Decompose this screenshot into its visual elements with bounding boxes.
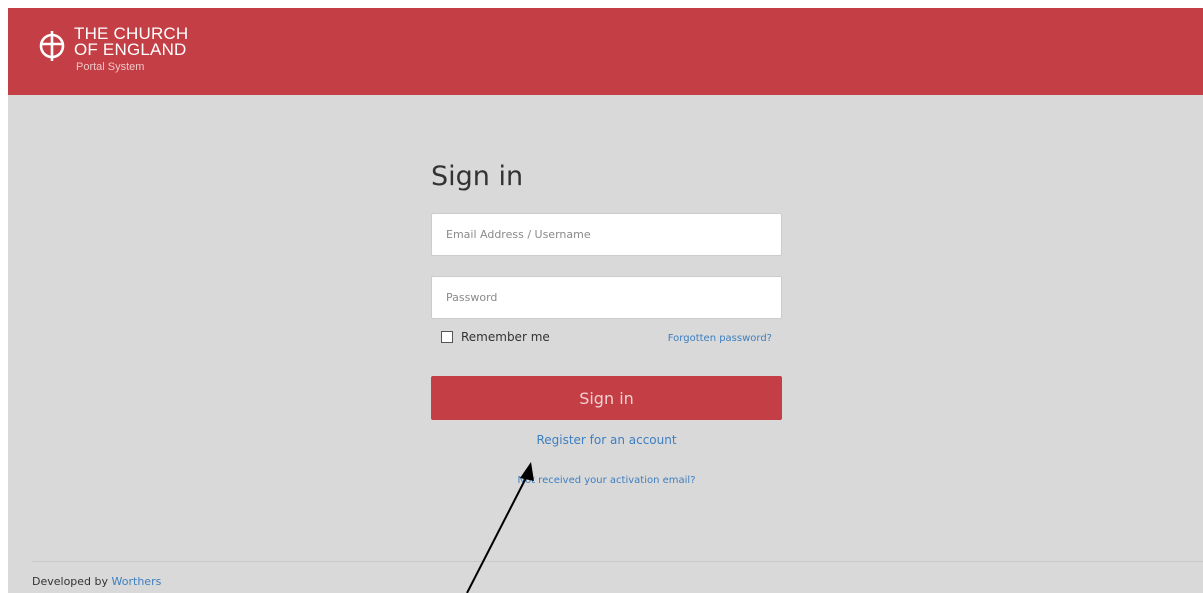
checkbox-box[interactable] [441, 331, 453, 343]
developer-link[interactable]: Worthers [112, 575, 162, 588]
logo-text: THE CHURCH OF ENGLAND Portal System [74, 25, 188, 73]
remember-me-checkbox[interactable]: Remember me [441, 330, 550, 344]
remember-me-label: Remember me [461, 330, 550, 344]
page-title: Sign in [431, 161, 524, 192]
logo[interactable]: THE CHURCH OF ENGLAND Portal System [32, 25, 188, 73]
church-cross-icon [39, 31, 65, 61]
portal-subtitle: Portal System [76, 61, 145, 73]
top-strip [0, 0, 1203, 8]
footer-divider [32, 561, 1203, 562]
email-field[interactable] [431, 213, 782, 256]
activation-email-link[interactable]: Not received your activation email? [431, 475, 782, 486]
sign-in-button[interactable]: Sign in [431, 376, 782, 420]
forgot-password-link[interactable]: Forgotten password? [668, 333, 772, 344]
header-bar: THE CHURCH OF ENGLAND Portal System [8, 8, 1203, 95]
main-content: Sign in Remember me Forgotten password? … [8, 95, 1203, 593]
footer: Developed by Worthers [32, 575, 161, 588]
footer-developed-by: Developed by [32, 575, 112, 588]
logo-line-2: OF ENGLAND [74, 40, 187, 59]
password-field[interactable] [431, 276, 782, 319]
register-link[interactable]: Register for an account [431, 433, 782, 447]
